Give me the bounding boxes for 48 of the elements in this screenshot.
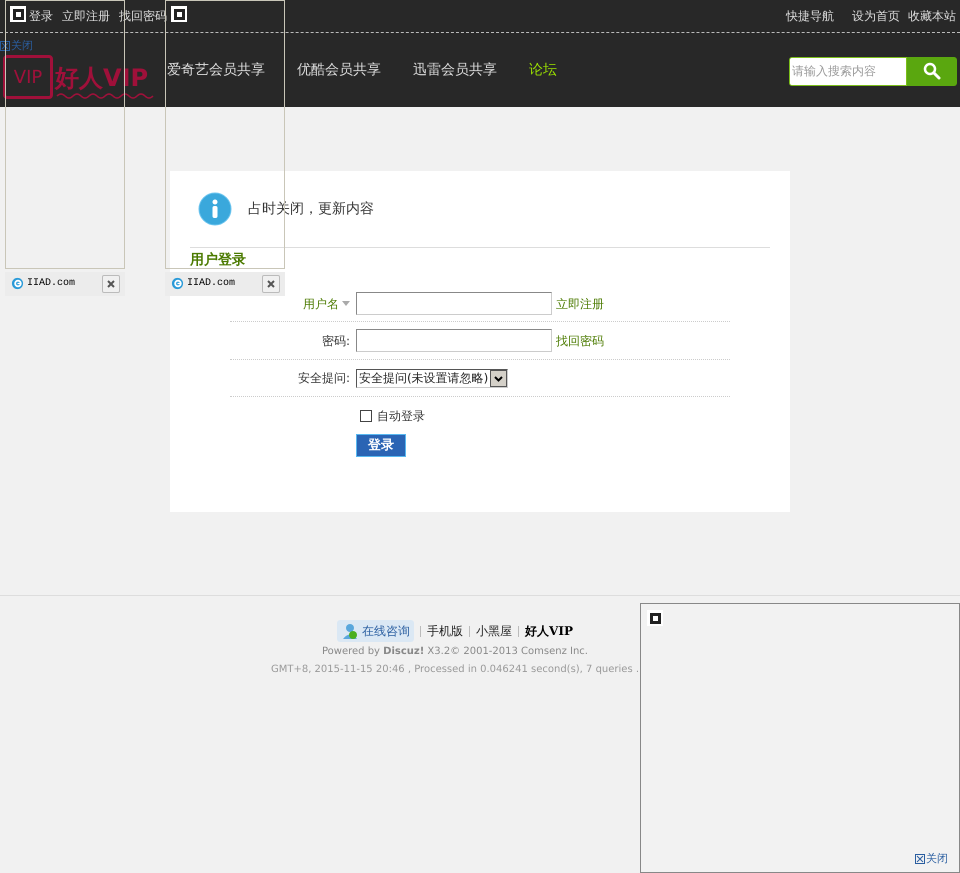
close-icon xyxy=(267,280,275,288)
nav-link[interactable]: 迅雷会员共享 xyxy=(413,60,497,80)
field-label: 密码: xyxy=(322,334,350,348)
close-link[interactable]: 关闭 xyxy=(926,851,948,868)
search-icon xyxy=(923,62,941,80)
top-link[interactable]: 收藏本站 xyxy=(908,7,956,25)
nav-link[interactable]: 爱奇艺会员共享 xyxy=(167,60,265,80)
stats-text: GMT+8, 2015-11-15 20:46 , Processed in 0.046241 second(s), 7 queries . xyxy=(270,663,640,677)
ad-marker-icon xyxy=(647,610,663,626)
close-icon xyxy=(107,280,115,288)
e-logo-icon xyxy=(11,277,24,290)
search-button[interactable] xyxy=(907,56,957,86)
login-title: 用户登录 xyxy=(190,251,247,269)
recover-link[interactable]: 找回密码 xyxy=(556,332,604,350)
search-field[interactable]: 请输入搜索内容 xyxy=(789,56,907,86)
login-button[interactable]: 登录 xyxy=(356,434,406,457)
username-field[interactable] xyxy=(356,292,552,315)
ad-label: IIAD.com xyxy=(187,277,236,290)
field-label: 用户名 xyxy=(303,296,339,312)
top-link[interactable]: 立即注册 xyxy=(62,7,110,25)
top-link[interactable]: 快捷导航 xyxy=(786,7,834,25)
checkbox-label: 自动登录 xyxy=(377,408,425,424)
nav-link[interactable]: 论坛 xyxy=(529,60,557,80)
ad-marker-icon xyxy=(171,6,187,22)
footer-link[interactable]: 手机版 xyxy=(427,622,464,640)
chat-button[interactable]: 在线咨询 xyxy=(337,620,414,642)
logo-label: VIP xyxy=(14,66,42,90)
e-logo-icon xyxy=(171,277,184,290)
dropdown-icon xyxy=(490,370,508,386)
site-link[interactable]: 好人VIP xyxy=(525,622,573,640)
footer-link[interactable]: 小黑屋 xyxy=(476,622,512,640)
chat-person-icon xyxy=(341,622,360,640)
close-button[interactable] xyxy=(262,275,280,293)
ad-marker-icon xyxy=(10,6,26,22)
close-box-icon[interactable] xyxy=(915,854,925,864)
top-link[interactable]: 登录 xyxy=(29,7,53,25)
close-button[interactable] xyxy=(102,275,120,293)
top-link[interactable]: 设为首页 xyxy=(852,7,900,25)
info-icon xyxy=(198,192,232,226)
question-select[interactable]: 安全提问(未设置请忽略) xyxy=(356,368,508,388)
field-label: 安全提问: xyxy=(298,371,350,385)
register-link[interactable]: 立即注册 xyxy=(556,294,604,312)
close-box-icon[interactable] xyxy=(0,41,10,52)
ad-label: IIAD.com xyxy=(27,277,76,290)
checkbox[interactable] xyxy=(360,410,372,422)
password-field[interactable] xyxy=(356,329,552,352)
nav-link[interactable]: 优酷会员共享 xyxy=(297,60,381,80)
powered-text: Powered by Discuz! X3.2© 2001-2013 Comsenz Inc. xyxy=(322,645,588,659)
